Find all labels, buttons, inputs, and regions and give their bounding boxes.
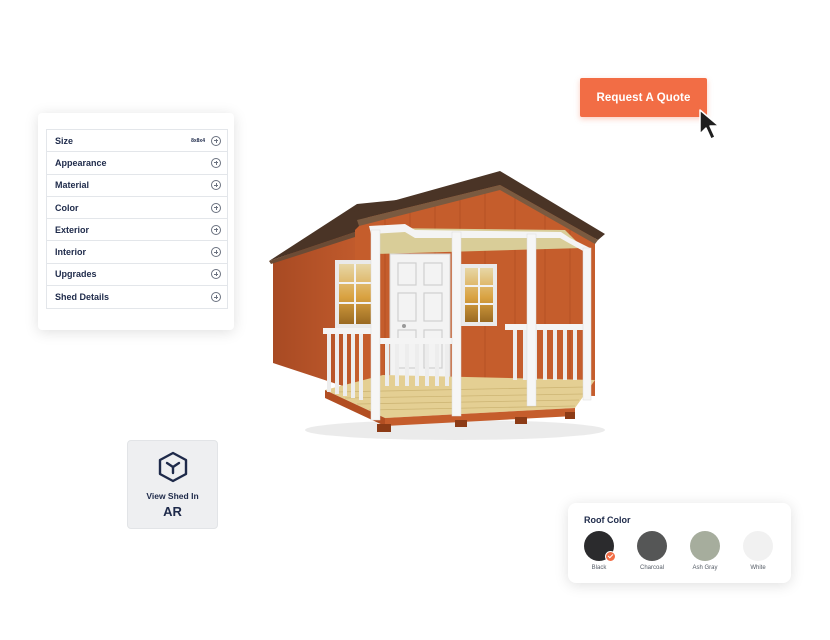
view-in-ar-card[interactable]: View Shed In AR	[127, 440, 218, 529]
option-label: Size	[55, 135, 74, 146]
color-swatch[interactable]	[637, 531, 667, 561]
color-swatch[interactable]	[743, 531, 773, 561]
option-upgrades[interactable]: Upgrades	[47, 264, 227, 287]
option-label: Interior	[55, 247, 87, 258]
option-label: Material	[55, 180, 90, 191]
roof-color-card: Roof Color Black Charcoal Ash Gray White	[568, 503, 791, 583]
check-icon	[605, 551, 616, 562]
request-quote-button[interactable]: Request A Quote	[580, 78, 707, 117]
ar-label: AR	[163, 504, 182, 519]
options-list: Size 8x8x4 Appearance Material Color Ext…	[46, 129, 228, 310]
expand-plus-icon[interactable]	[211, 202, 221, 213]
option-label: Color	[55, 202, 79, 213]
option-size[interactable]: Size 8x8x4	[47, 130, 227, 153]
swatch-black[interactable]: Black	[574, 531, 624, 571]
options-panel: Size 8x8x4 Appearance Material Color Ext…	[38, 113, 234, 330]
expand-plus-icon[interactable]	[211, 269, 221, 280]
ar-cube-icon	[158, 451, 188, 483]
swatch-ash-gray[interactable]: Ash Gray	[680, 531, 730, 571]
option-shed-details[interactable]: Shed Details	[47, 286, 227, 308]
color-swatch[interactable]	[584, 531, 616, 562]
swatch-label: Ash Gray	[692, 565, 718, 571]
expand-plus-icon[interactable]	[211, 247, 221, 258]
expand-plus-icon[interactable]	[211, 180, 221, 191]
swatch-white[interactable]: White	[733, 531, 783, 571]
shed-illustration	[269, 171, 605, 440]
option-label: Upgrades	[55, 269, 97, 280]
expand-plus-icon[interactable]	[211, 157, 221, 168]
expand-plus-icon[interactable]	[211, 135, 221, 146]
option-value: 8x8x4	[191, 137, 205, 144]
option-material[interactable]: Material	[47, 175, 227, 197]
swatch-label: White	[750, 565, 766, 571]
mouse-cursor-icon	[699, 109, 720, 140]
ar-caption: View Shed In	[146, 491, 199, 501]
option-label: Exterior	[55, 224, 90, 235]
color-swatch[interactable]	[690, 531, 720, 561]
expand-plus-icon[interactable]	[211, 224, 221, 235]
roof-color-title: Roof Color	[584, 515, 631, 525]
swatch-charcoal[interactable]: Charcoal	[627, 531, 677, 571]
swatch-label: Black	[591, 565, 607, 571]
option-appearance[interactable]: Appearance	[47, 152, 227, 175]
swatch-label: Charcoal	[639, 565, 664, 571]
option-label: Appearance	[55, 157, 107, 168]
option-color[interactable]: Color	[47, 197, 227, 220]
option-label: Shed Details	[55, 292, 110, 303]
expand-plus-icon[interactable]	[211, 292, 221, 303]
option-interior[interactable]: Interior	[47, 241, 227, 264]
option-exterior[interactable]: Exterior	[47, 219, 227, 242]
